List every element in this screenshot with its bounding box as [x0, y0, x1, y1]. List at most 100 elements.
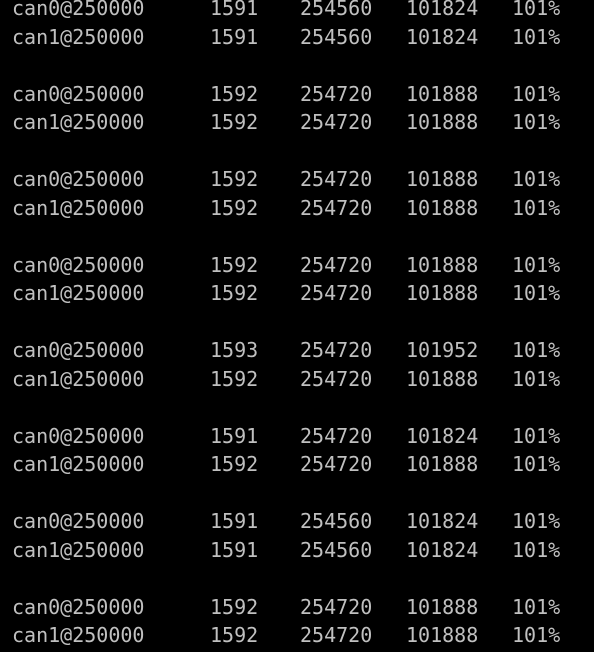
- bit-count: 254560: [300, 537, 373, 562]
- output-block: can0@250000 1592 254720 101888 101% can1@2500…: [12, 80, 594, 137]
- interface-name: can0@250000: [12, 252, 145, 277]
- bit-count: 254720: [300, 110, 373, 134]
- stuffed-bit-count: 101888: [406, 195, 479, 220]
- bit-count: 254720: [300, 252, 373, 277]
- stuffed-bit-count: 101824: [406, 537, 479, 562]
- interface-name: can1@250000: [12, 281, 145, 305]
- bus-load: 101%: [512, 0, 561, 20]
- output-line: can1@250000 1591 254560 101824 101%: [12, 536, 594, 565]
- stuffed-bit-count: 101888: [406, 281, 479, 305]
- output-line: can1@250000 1592 254720 101888 101%: [12, 279, 594, 308]
- output-line: can1@250000 1592 254720 101888 101%: [12, 108, 594, 137]
- stuffed-bit-count: 101824: [406, 0, 479, 20]
- interface-name: can1@250000: [12, 452, 145, 476]
- interface-name: can0@250000: [12, 423, 145, 448]
- terminal-window[interactable]: can0@250000 1591 254560 101824 101% can1@2500…: [0, 0, 594, 647]
- bus-load: 101%: [512, 594, 561, 619]
- output-block: can0@250000 1591 254560 101824 101% can1@2500…: [12, 507, 594, 564]
- output-line: can1@250000 1592 254720 101888 101%: [12, 621, 594, 650]
- frame-count: 1592: [210, 594, 259, 619]
- output-block: can0@250000 1592 254720 101888 101% can1@2500…: [12, 593, 594, 650]
- bus-load: 101%: [512, 24, 561, 49]
- stuffed-bit-count: 101824: [406, 423, 479, 448]
- frame-count: 1592: [210, 110, 259, 134]
- output-line: can0@250000 1592 254720 101888 101%: [12, 251, 594, 280]
- frame-count: 1592: [210, 452, 259, 476]
- frame-count: 1591: [210, 509, 259, 533]
- output-line: can0@250000 1592 254720 101888 101%: [12, 593, 594, 622]
- bus-load: 101%: [512, 81, 561, 106]
- output-line: can0@250000 1591 254560 101824 101%: [12, 0, 594, 23]
- bit-count: 254720: [300, 281, 373, 305]
- interface-name: can0@250000: [12, 338, 145, 362]
- output-line: can1@250000 1592 254720 101888 101%: [12, 194, 594, 223]
- frame-count: 1592: [210, 81, 259, 106]
- output-block: can0@250000 1593 254720 101952 101% can1@2500…: [12, 336, 594, 393]
- bus-load: 101%: [512, 281, 561, 305]
- bit-count: 254720: [300, 423, 373, 448]
- frame-count: 1592: [210, 281, 259, 305]
- interface-name: can1@250000: [12, 366, 145, 391]
- bus-load: 101%: [512, 623, 561, 647]
- bus-load: 101%: [512, 366, 561, 391]
- frame-count: 1592: [210, 167, 259, 191]
- interface-name: can1@250000: [12, 195, 145, 220]
- stuffed-bit-count: 101888: [406, 252, 479, 277]
- bit-count: 254560: [300, 24, 373, 49]
- bit-count: 254720: [300, 338, 373, 362]
- interface-name: can0@250000: [12, 167, 145, 191]
- stuffed-bit-count: 101888: [406, 167, 479, 191]
- output-line: can0@250000 1593 254720 101952 101%: [12, 336, 594, 365]
- interface-name: can0@250000: [12, 0, 145, 20]
- output-block: can0@250000 1591 254720 101824 101% can1@2500…: [12, 422, 594, 479]
- stuffed-bit-count: 101824: [406, 509, 479, 533]
- interface-name: can1@250000: [12, 537, 145, 562]
- bus-load: 101%: [512, 509, 561, 533]
- interface-name: can1@250000: [12, 24, 145, 49]
- bit-count: 254720: [300, 623, 373, 647]
- frame-count: 1592: [210, 252, 259, 277]
- stuffed-bit-count: 101888: [406, 110, 479, 134]
- bit-count: 254720: [300, 452, 373, 476]
- stuffed-bit-count: 101888: [406, 366, 479, 391]
- output-line: can0@250000 1591 254560 101824 101%: [12, 507, 594, 536]
- bit-count: 254720: [300, 167, 373, 191]
- stuffed-bit-count: 101952: [406, 338, 479, 362]
- bit-count: 254720: [300, 81, 373, 106]
- output-line: can1@250000 1591 254560 101824 101%: [12, 23, 594, 52]
- output-line: can1@250000 1592 254720 101888 101%: [12, 450, 594, 479]
- output-block: can0@250000 1591 254560 101824 101% can1@2500…: [12, 0, 594, 51]
- frame-count: 1593: [210, 338, 259, 362]
- interface-name: can1@250000: [12, 623, 145, 647]
- frame-count: 1591: [210, 537, 259, 562]
- bit-count: 254560: [300, 509, 373, 533]
- output-line: can1@250000 1592 254720 101888 101%: [12, 365, 594, 394]
- stuffed-bit-count: 101888: [406, 81, 479, 106]
- interface-name: can0@250000: [12, 81, 145, 106]
- frame-count: 1591: [210, 0, 259, 20]
- output-line: can0@250000 1592 254720 101888 101%: [12, 80, 594, 109]
- interface-name: can0@250000: [12, 594, 145, 619]
- frame-count: 1591: [210, 423, 259, 448]
- bus-load: 101%: [512, 338, 561, 362]
- stuffed-bit-count: 101888: [406, 623, 479, 647]
- bus-load: 101%: [512, 110, 561, 134]
- frame-count: 1592: [210, 195, 259, 220]
- output-block: can0@250000 1592 254720 101888 101% can1@2500…: [12, 165, 594, 222]
- output-line: can0@250000 1591 254720 101824 101%: [12, 422, 594, 451]
- bit-count: 254560: [300, 0, 373, 20]
- interface-name: can0@250000: [12, 509, 145, 533]
- bus-load: 101%: [512, 452, 561, 476]
- frame-count: 1592: [210, 623, 259, 647]
- frame-count: 1592: [210, 366, 259, 391]
- bus-load: 101%: [512, 423, 561, 448]
- bus-load: 101%: [512, 167, 561, 191]
- stuffed-bit-count: 101824: [406, 24, 479, 49]
- bit-count: 254720: [300, 195, 373, 220]
- output-line: can0@250000 1592 254720 101888 101%: [12, 165, 594, 194]
- bus-load: 101%: [512, 252, 561, 277]
- interface-name: can1@250000: [12, 110, 145, 134]
- bit-count: 254720: [300, 594, 373, 619]
- output-block: can0@250000 1592 254720 101888 101% can1@2500…: [12, 251, 594, 308]
- bus-load: 101%: [512, 537, 561, 562]
